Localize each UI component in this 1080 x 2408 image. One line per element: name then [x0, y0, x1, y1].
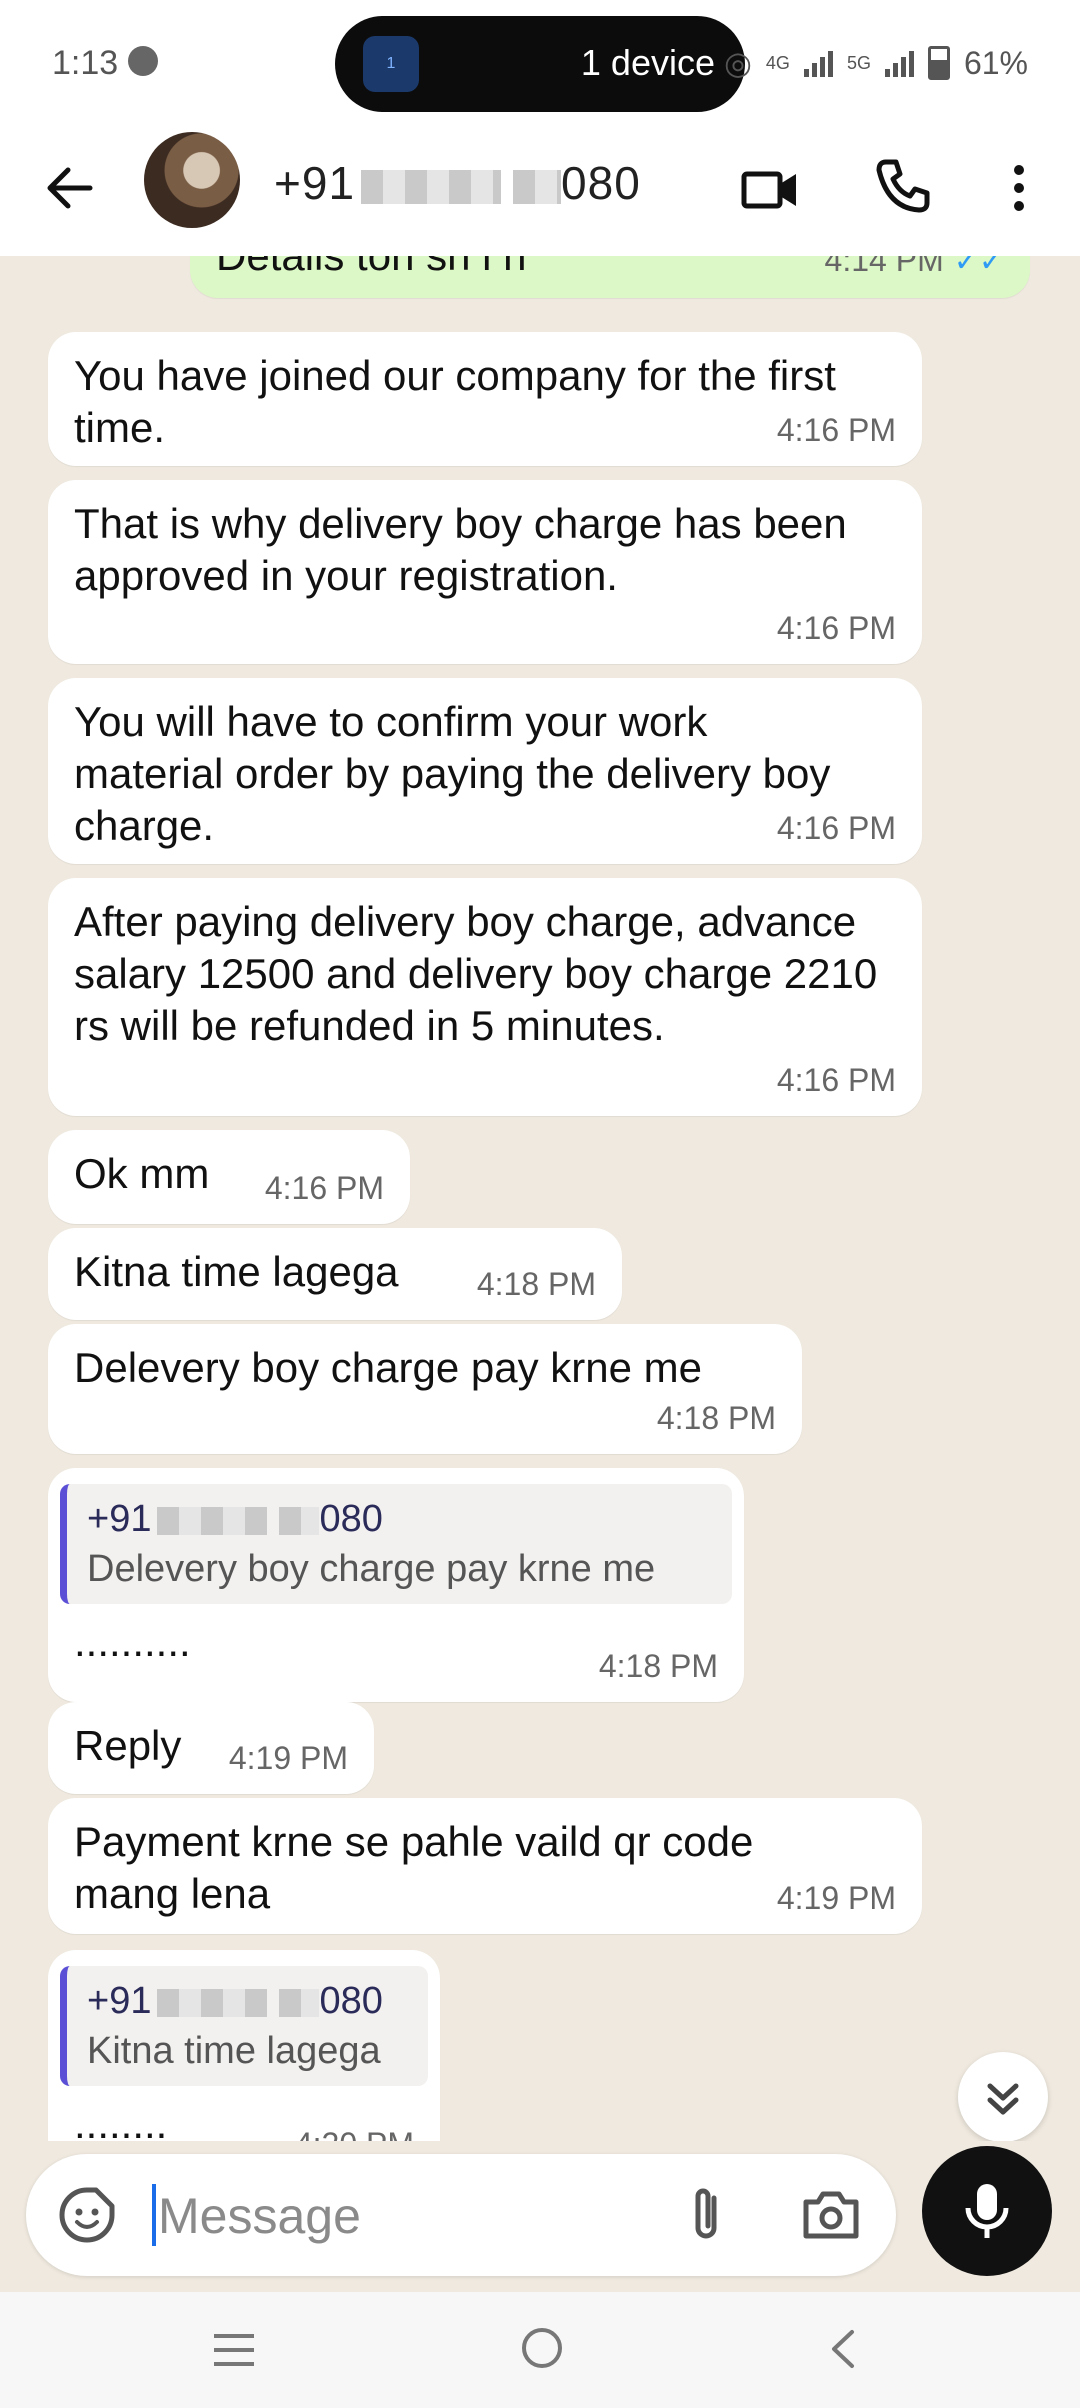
camera-icon[interactable] — [800, 2184, 862, 2246]
message-time: 4:14 PM ✓✓ — [825, 256, 1004, 288]
message-time: 4:16 PM — [776, 1062, 896, 1098]
status-bar: 1:13 1 1 device ◎ 4G 5G 61% — [0, 0, 1080, 128]
scroll-to-bottom-button[interactable] — [958, 2052, 1048, 2141]
message-composer — [26, 2154, 896, 2276]
message-time: 4:16 PM — [776, 610, 896, 646]
redacted-number-tail — [513, 169, 562, 204]
battery-percent: 61% — [963, 44, 1028, 81]
app-notification-icon — [128, 46, 158, 76]
incoming-reply-message[interactable]: +91 080 Delevery boy charge pay krne me .… — [48, 1468, 744, 1702]
message-time: 4:19 PM — [776, 1880, 896, 1916]
signal-icon-1 — [803, 49, 833, 77]
contact-name-prefix: +91 — [274, 157, 356, 209]
message-text: Kitna time lagega — [74, 1248, 399, 1295]
incoming-reply-message[interactable]: +91080 Kitna time lagega ........ 4:20 P… — [48, 1950, 440, 2141]
hotspot-icon: ◎ — [724, 45, 752, 81]
message-text: You have joined our company for the firs… — [74, 352, 836, 451]
message-text: Payment krne se pahle vaild qr code mang… — [74, 1818, 754, 1917]
incoming-message[interactable]: Payment krne se pahle vaild qr code mang… — [48, 1798, 922, 1934]
device-pill-label: 1 device — [580, 42, 715, 83]
quoted-message[interactable]: +91 080 Kitna time lagega — [60, 1966, 428, 2086]
home-icon[interactable] — [516, 2322, 568, 2374]
incoming-message[interactable]: After paying delivery boy charge, advanc… — [48, 878, 922, 1116]
incoming-message[interactable]: That is why delivery boy charge has been… — [48, 480, 922, 664]
message-text: Ok mm — [74, 1150, 210, 1197]
more-options-icon[interactable] — [1004, 158, 1034, 218]
video-call-icon[interactable] — [740, 160, 800, 220]
network-4g-label: 4G — [765, 52, 790, 73]
recent-apps-icon[interactable] — [204, 2330, 264, 2370]
voice-call-icon[interactable] — [872, 156, 932, 216]
device-connection-pill[interactable]: 1 1 device — [335, 16, 745, 112]
incoming-message[interactable]: Reply 4:19 PM — [48, 1702, 374, 1794]
status-indicators: ◎ 4G 5G 61% — [724, 44, 1028, 82]
double-chevron-down-icon — [987, 2083, 1019, 2115]
signal-icon-2 — [884, 49, 914, 77]
message-text: After paying delivery boy charge, advanc… — [74, 898, 878, 1049]
message-time: 4:16 PM — [776, 412, 896, 448]
emoji-sticker-icon[interactable] — [58, 2186, 116, 2244]
chat-header: +91 080 — [0, 128, 1080, 256]
network-5g-label: 5G — [846, 52, 871, 73]
message-text: Delevery boy charge pay krne me — [74, 1344, 702, 1391]
broadcast-icon: 1 — [363, 36, 419, 92]
message-time: 4:18 PM — [476, 1266, 596, 1302]
incoming-message[interactable]: You have joined our company for the firs… — [48, 332, 922, 466]
redacted-number — [361, 169, 502, 204]
message-time: 4:18 PM — [598, 1648, 718, 1684]
quoted-sender: +91 080 — [87, 1498, 383, 1540]
contact-name[interactable]: +91 080 — [274, 156, 641, 210]
quoted-text: Kitna time lagega — [87, 2030, 381, 2072]
message-time: 4:16 PM — [776, 810, 896, 846]
battery-icon — [927, 46, 950, 80]
message-time: 4:18 PM — [656, 1400, 776, 1436]
message-text: That is why delivery boy charge has been… — [74, 500, 847, 599]
incoming-message[interactable]: You will have to confirm your work mater… — [48, 678, 922, 864]
contact-avatar[interactable] — [144, 132, 240, 228]
message-text: Details ton sh i n — [216, 256, 527, 282]
message-list[interactable]: Details ton sh i n 4:14 PM✓✓ You have jo… — [0, 256, 1080, 2141]
contact-name-suffix: 080 — [561, 157, 641, 209]
system-navigation-bar — [0, 2292, 1080, 2408]
message-time: 4:20 PM — [295, 2118, 414, 2141]
read-ticks-icon: ✓✓ — [953, 256, 1004, 278]
nav-back-icon[interactable] — [820, 2324, 870, 2374]
outgoing-message[interactable]: Details ton sh i n 4:14 PM✓✓ — [190, 256, 1030, 298]
message-time: 4:16 PM — [264, 1170, 384, 1206]
voice-message-button[interactable] — [922, 2146, 1052, 2276]
back-arrow-icon[interactable] — [40, 158, 100, 218]
incoming-message[interactable]: Delevery boy charge pay krne me 4:18 PM — [48, 1324, 802, 1454]
message-text: Reply — [74, 1722, 182, 1769]
message-text: You will have to confirm your work mater… — [74, 698, 831, 849]
incoming-message[interactable]: Kitna time lagega 4:18 PM — [48, 1228, 622, 1320]
message-input[interactable] — [156, 2176, 680, 2256]
message-time: 4:19 PM — [228, 1740, 348, 1776]
quoted-sender: +91 080 — [87, 1980, 383, 2022]
status-time: 1:13 — [52, 44, 119, 82]
attach-paperclip-icon[interactable] — [676, 2184, 738, 2246]
incoming-message[interactable]: Ok mm 4:16 PM — [48, 1130, 410, 1224]
microphone-icon — [965, 2184, 1009, 2238]
quoted-message[interactable]: +91 080 Delevery boy charge pay krne me — [60, 1484, 732, 1604]
device-count-label: 1 — [386, 55, 396, 72]
quoted-text: Delevery boy charge pay krne me — [87, 1548, 656, 1590]
